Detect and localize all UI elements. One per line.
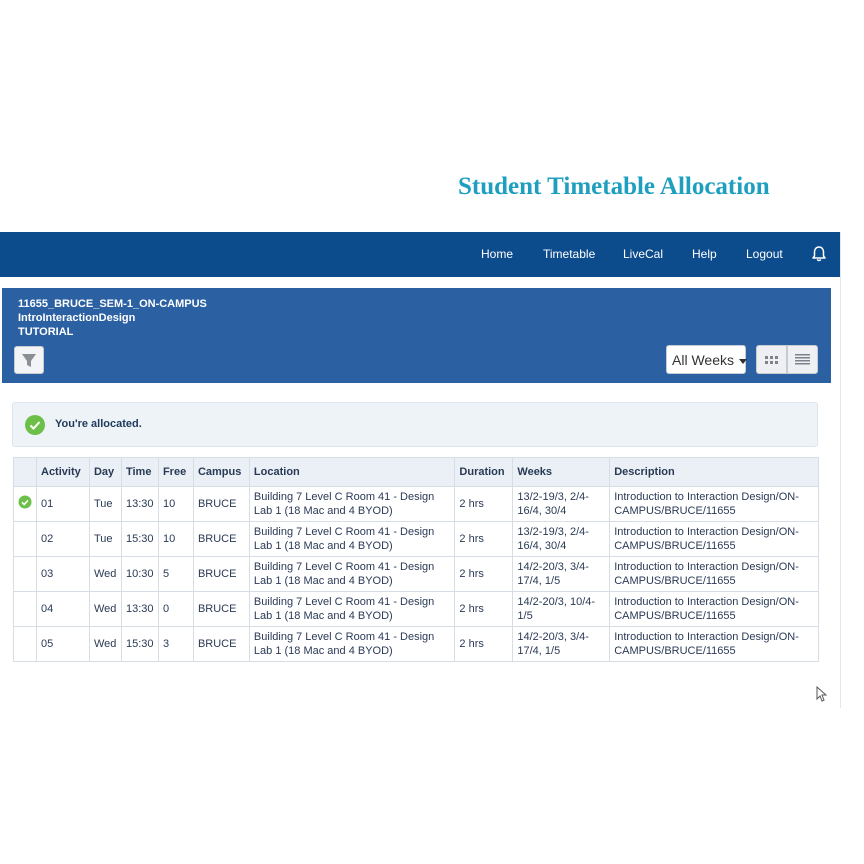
cell-location: Building 7 Level C Room 41 - Design Lab … [248,626,456,662]
cell-activity: 05 [36,626,90,662]
cell-time: 13:30 [120,486,159,522]
column-header[interactable]: Time [120,457,159,487]
cell-time: 15:30 [120,521,159,557]
cell-free: 10 [157,486,194,522]
row-status-cell [13,521,37,557]
cell-campus: BRUCE [192,521,250,557]
column-header[interactable]: Campus [192,457,250,487]
table-body: 01 Tue 13:30 10 BRUCE Building 7 Level C Room… [13,486,819,662]
table-row[interactable]: 02 Tue 15:30 10 BRUCE Building 7 Level C Room… [13,521,819,557]
filter-button[interactable] [14,346,44,374]
cell-activity: 04 [36,591,90,627]
cell-weeks: 13/2-19/3, 2/4-16/4, 30/4 [512,521,611,557]
cell-duration: 2 hrs [454,556,514,592]
cell-campus: BRUCE [192,626,250,662]
table-row[interactable]: 04 Wed 13:30 0 BRUCE Building 7 Level C Room … [13,591,819,627]
cell-day: Wed [88,591,122,627]
view-toggle [756,345,818,374]
activity-type: TUTORIAL [18,326,74,338]
cell-location: Building 7 Level C Room 41 - Design Lab … [248,591,456,627]
cell-campus: BRUCE [192,486,250,522]
cell-duration: 2 hrs [454,521,514,557]
cell-day: Tue [88,486,122,522]
cell-day: Tue [88,521,122,557]
check-circle-icon [18,495,32,509]
cell-weeks: 14/2-20/3, 3/4-17/4, 1/5 [512,556,611,592]
cell-duration: 2 hrs [454,626,514,662]
column-header[interactable]: Day [88,457,122,487]
cell-free: 10 [157,521,194,557]
activity-table: Activity Day Time Free Campus Location D… [13,457,819,662]
cell-campus: BRUCE [192,556,250,592]
cell-location: Building 7 Level C Room 41 - Design Lab … [248,556,456,592]
weeks-dropdown-label: All Weeks [672,352,734,368]
caret-down-icon [738,358,747,364]
cell-activity: 02 [36,521,90,557]
column-header-select [13,457,37,487]
table-row[interactable]: 01 Tue 13:30 10 BRUCE Building 7 Level C Room… [13,486,819,522]
column-header[interactable]: Location [248,457,456,487]
cell-free: 3 [157,626,194,662]
column-header[interactable]: Free [157,457,194,487]
cell-day: Wed [88,626,122,662]
column-header[interactable]: Activity [36,457,90,487]
table-header-row: Activity Day Time Free Campus Location D… [13,457,819,487]
list-view-button[interactable] [787,345,818,374]
course-header: 11655_BRUCE_SEM-1_ON-CAMPUS IntroInterac… [2,288,831,383]
cell-description: Introduction to Interaction Design/ON-CA… [609,521,819,557]
nav-help[interactable]: Help [692,247,717,261]
row-status-cell [13,591,37,627]
top-navbar: Home Timetable LiveCal Help Logout [0,232,840,277]
cell-duration: 2 hrs [454,486,514,522]
cell-time: 13:30 [120,591,159,627]
row-status-cell [13,626,37,662]
nav-timetable[interactable]: Timetable [543,247,595,261]
cell-description: Introduction to Interaction Design/ON-CA… [609,591,819,627]
cell-activity: 03 [36,556,90,592]
nav-logout[interactable]: Logout [746,247,783,261]
cell-activity: 01 [36,486,90,522]
table-row[interactable]: 03 Wed 10:30 5 BRUCE Building 7 Level C Room … [13,556,819,592]
alert-message: You're allocated. [55,418,142,430]
column-header[interactable]: Description [609,457,819,487]
cell-weeks: 14/2-20/3, 10/4-1/5 [512,591,611,627]
mouse-pointer-icon [816,686,827,702]
nav-livecal[interactable]: LiveCal [623,247,663,261]
cell-free: 0 [157,591,194,627]
column-header[interactable]: Weeks [512,457,611,487]
nav-home[interactable]: Home [481,247,513,261]
weeks-dropdown[interactable]: All Weeks [666,345,747,374]
cell-description: Introduction to Interaction Design/ON-CA… [609,626,819,662]
page-title: Student Timetable Allocation [458,173,770,200]
cell-description: Introduction to Interaction Design/ON-CA… [609,556,819,592]
cell-time: 10:30 [120,556,159,592]
cell-duration: 2 hrs [454,591,514,627]
cell-day: Wed [88,556,122,592]
grid-view-button[interactable] [756,345,787,374]
row-status-cell [13,486,37,522]
list-view-icon [795,354,810,365]
cell-weeks: 13/2-19/3, 2/4-16/4, 30/4 [512,486,611,522]
cell-weeks: 14/2-20/3, 3/4-17/4, 1/5 [512,626,611,662]
funnel-icon [22,354,36,367]
course-name: IntroInteractionDesign [18,312,136,324]
cell-description: Introduction to Interaction Design/ON-CA… [609,486,819,522]
grid-view-icon [765,356,778,364]
row-status-cell [13,556,37,592]
course-code: 11655_BRUCE_SEM-1_ON-CAMPUS [18,298,207,310]
cell-time: 15:30 [120,626,159,662]
bell-icon[interactable] [811,245,827,263]
cell-campus: BRUCE [192,591,250,627]
app-frame: Home Timetable LiveCal Help Logout 11655… [0,232,841,708]
table-row[interactable]: 05 Wed 15:30 3 BRUCE Building 7 Level C Room … [13,626,819,662]
allocation-alert: You're allocated. [12,402,818,447]
cell-location: Building 7 Level C Room 41 - Design Lab … [248,521,456,557]
cell-location: Building 7 Level C Room 41 - Design Lab … [248,486,456,522]
check-circle-icon [25,415,45,435]
column-header[interactable]: Duration [454,457,514,487]
cell-free: 5 [157,556,194,592]
